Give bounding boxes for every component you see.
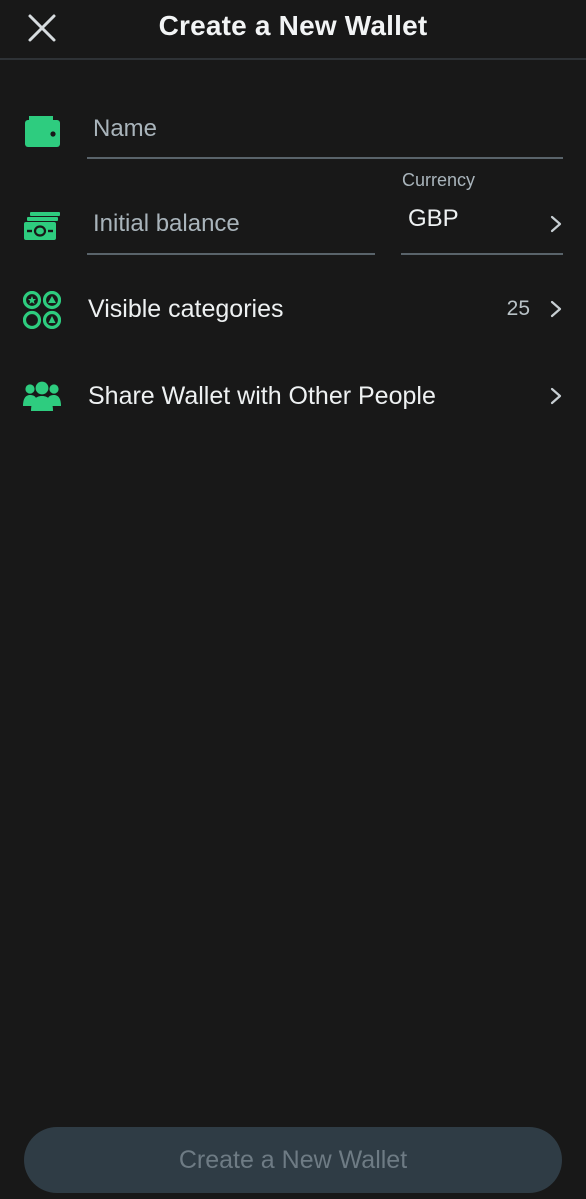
wallet-icon xyxy=(22,110,62,150)
balance-underline xyxy=(87,253,375,255)
app-header: Create a New Wallet xyxy=(0,0,586,60)
visible-categories-label: Visible categories xyxy=(88,295,284,323)
people-icon xyxy=(22,376,62,416)
chevron-right-icon xyxy=(550,300,562,318)
initial-balance-input[interactable] xyxy=(87,203,375,245)
categories-icon xyxy=(22,290,62,330)
chevron-right-icon xyxy=(550,215,562,233)
currency-underline xyxy=(401,253,563,255)
categories-count: 25 xyxy=(506,297,530,320)
create-wallet-screen: Create a New Wallet Currency GBP xyxy=(0,0,586,1199)
currency-value: GBP xyxy=(408,205,459,232)
name-underline xyxy=(87,157,563,159)
share-wallet-label: Share Wallet with Other People xyxy=(88,382,436,410)
page-title: Create a New Wallet xyxy=(158,10,428,41)
currency-label: Currency xyxy=(402,170,476,190)
create-wallet-button[interactable]: Create a New Wallet xyxy=(24,1127,562,1193)
name-input[interactable] xyxy=(87,108,562,150)
chevron-right-icon xyxy=(550,387,562,405)
cash-icon xyxy=(22,206,62,246)
